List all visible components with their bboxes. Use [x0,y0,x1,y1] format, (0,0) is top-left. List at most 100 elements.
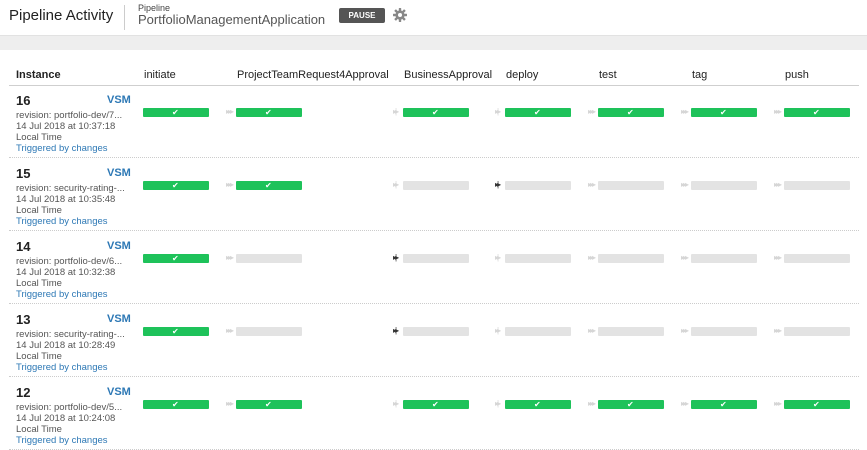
stage-status-bar[interactable]: ✔ [143,327,209,336]
timezone-label: Local Time [16,205,62,216]
pause-button[interactable]: PAUSE [339,8,385,23]
check-icon: ✔ [432,400,439,409]
check-icon: ✔ [172,254,179,263]
stage-column-header: ProjectTeamRequest4Approval [237,69,389,81]
check-icon: ✔ [265,108,272,117]
stage-status-bar[interactable] [236,254,302,263]
stage-status-bar[interactable]: ✔ [143,254,209,263]
triggered-by-link[interactable]: Triggered by changes [16,289,108,300]
vsm-link[interactable]: VSM [107,94,131,106]
vsm-link[interactable]: VSM [107,386,131,398]
revision-text: revision: security-rating-... [16,183,125,194]
stage-status-bar[interactable] [691,327,757,336]
revision-text: revision: security-rating-... [16,329,125,340]
stage-status-bar[interactable] [403,327,469,336]
stage-column-header: push [785,69,809,81]
stage-status-bar[interactable] [505,254,571,263]
revision-text: revision: portfolio-dev/6... [16,256,123,267]
stage-status-bar[interactable] [691,181,757,190]
stage-column-header: tag [692,69,708,81]
timezone-label: Local Time [16,278,62,289]
pipeline-run-row: 16 VSM revision: portfolio-dev/7... 14 Jul … [9,86,859,158]
row-divider [9,230,859,231]
stage-status-bar[interactable] [784,254,850,263]
pipeline-run-row: 15 VSM revision: security-rating-... 14 Jul… [9,159,859,231]
run-date: 14 Jul 2018 at 10:24:08 [16,413,116,424]
triggered-by-link[interactable]: Triggered by changes [16,216,108,227]
vsm-link[interactable]: VSM [107,240,131,252]
stage-status-bar[interactable]: ✔ [598,400,664,409]
stage-status-bar[interactable]: ✔ [691,400,757,409]
timezone-label: Local Time [16,132,62,143]
gear-icon[interactable] [392,7,408,23]
stage-status-bar[interactable] [784,181,850,190]
check-icon: ✔ [534,108,541,117]
stage-status-bar[interactable]: ✔ [143,181,209,190]
stage-status-bar[interactable]: ✔ [505,108,571,117]
pipeline-run-row: 12 VSM revision: portfolio-dev/5... 14 Jul … [9,378,859,450]
timezone-label: Local Time [16,424,62,435]
check-icon: ✔ [813,400,820,409]
pipeline-run-row: 14 VSM revision: portfolio-dev/6... 14 Jul … [9,232,859,304]
stage-status-bar[interactable] [691,254,757,263]
run-date: 14 Jul 2018 at 10:37:18 [16,121,116,132]
stage-status-bar[interactable] [598,181,664,190]
check-icon: ✔ [720,108,727,117]
timezone-label: Local Time [16,351,62,362]
vsm-link[interactable]: VSM [107,313,131,325]
vsm-link[interactable]: VSM [107,167,131,179]
check-icon: ✔ [172,181,179,190]
check-icon: ✔ [265,400,272,409]
stage-status-bar[interactable] [236,327,302,336]
header-band [0,35,867,50]
stage-column-header: deploy [506,69,539,81]
run-counter: 16 [16,93,31,108]
stage-column-header: BusinessApproval [404,69,493,81]
page-title: Pipeline Activity [9,7,114,24]
stage-status-bar[interactable]: ✔ [505,400,571,409]
stage-status-bar[interactable] [784,327,850,336]
stage-column-header: initiate [144,69,176,81]
check-icon: ✔ [172,108,179,117]
stage-status-bar[interactable]: ✔ [691,108,757,117]
check-icon: ✔ [172,327,179,336]
triggered-by-link[interactable]: Triggered by changes [16,435,108,446]
check-icon: ✔ [813,108,820,117]
stage-status-bar[interactable]: ✔ [143,400,209,409]
stage-status-bar[interactable]: ✔ [784,400,850,409]
stage-status-bar[interactable]: ✔ [784,108,850,117]
check-icon: ✔ [172,400,179,409]
check-icon: ✔ [720,400,727,409]
stage-column-header: test [599,69,617,81]
row-divider [9,303,859,304]
triggered-by-link[interactable]: Triggered by changes [16,362,108,373]
check-icon: ✔ [432,108,439,117]
run-counter: 14 [16,239,31,254]
instance-column-header: Instance [16,69,61,81]
check-icon: ✔ [627,400,634,409]
row-divider [9,376,859,377]
stage-status-bar[interactable]: ✔ [403,400,469,409]
run-date: 14 Jul 2018 at 10:35:48 [16,194,116,205]
pipeline-name: PortfolioManagementApplication [138,12,326,27]
stage-status-bar[interactable] [598,254,664,263]
stage-status-bar[interactable]: ✔ [236,400,302,409]
row-divider [9,157,859,158]
stage-status-bar[interactable] [403,181,469,190]
stage-status-bar[interactable]: ✔ [598,108,664,117]
pipeline-run-row: 13 VSM revision: security-rating-... 14 Jul… [9,305,859,377]
stage-status-bar[interactable]: ✔ [403,108,469,117]
run-date: 14 Jul 2018 at 10:32:38 [16,267,116,278]
stage-status-bar[interactable] [505,327,571,336]
stage-status-bar[interactable]: ✔ [236,181,302,190]
header-divider [124,5,125,30]
stage-status-bar[interactable]: ✔ [143,108,209,117]
stage-status-bar[interactable] [403,254,469,263]
stage-status-bar[interactable]: ✔ [236,108,302,117]
check-icon: ✔ [265,181,272,190]
run-counter: 12 [16,385,31,400]
run-counter: 13 [16,312,31,327]
stage-status-bar[interactable] [598,327,664,336]
triggered-by-link[interactable]: Triggered by changes [16,143,108,154]
stage-status-bar[interactable] [505,181,571,190]
